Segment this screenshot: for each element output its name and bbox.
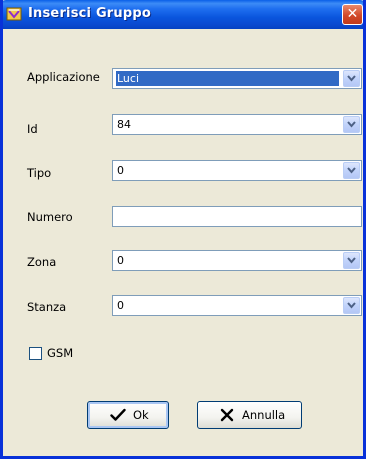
- zona-value: 0: [117, 254, 124, 267]
- zona-label: Zona: [27, 255, 57, 269]
- zona-dropdown[interactable]: 0: [112, 250, 362, 271]
- zona-dropdown-button[interactable]: [343, 252, 360, 269]
- chevron-down-icon: [347, 302, 356, 309]
- id-label: Id: [27, 122, 38, 136]
- stanza-value: 0: [117, 299, 124, 312]
- applicazione-dropdown[interactable]: Luci: [112, 68, 362, 89]
- tipo-value: 0: [117, 164, 124, 177]
- app-icon: [6, 6, 22, 22]
- numero-input[interactable]: [112, 206, 362, 227]
- tipo-dropdown-button[interactable]: [343, 162, 360, 179]
- applicazione-value: Luci: [116, 71, 339, 86]
- numero-label: Numero: [27, 210, 73, 224]
- applicazione-dropdown-button[interactable]: [343, 70, 360, 87]
- stanza-dropdown[interactable]: 0: [112, 295, 362, 316]
- tipo-dropdown[interactable]: 0: [112, 160, 362, 181]
- cancel-button-label: Annulla: [242, 408, 286, 422]
- check-icon: [110, 408, 126, 425]
- form-body: Applicazione Luci Id 84 Tipo 0 Numero Zo…: [3, 29, 363, 456]
- title-bar[interactable]: Inserisci Gruppo ✕: [3, 0, 363, 29]
- chevron-down-icon: [347, 257, 356, 264]
- stanza-label: Stanza: [27, 300, 67, 314]
- ok-button-label: Ok: [133, 408, 149, 422]
- close-button[interactable]: ✕: [342, 4, 363, 25]
- ok-button[interactable]: Ok: [87, 401, 169, 429]
- stanza-dropdown-button[interactable]: [343, 297, 360, 314]
- id-dropdown-button[interactable]: [343, 116, 360, 133]
- id-dropdown[interactable]: 84: [112, 114, 362, 135]
- dialog-window: Inserisci Gruppo ✕ Applicazione Luci Id …: [0, 0, 366, 459]
- close-icon: ✕: [346, 6, 359, 22]
- applicazione-label: Applicazione: [27, 70, 100, 84]
- gsm-checkbox[interactable]: [29, 347, 42, 360]
- chevron-down-icon: [347, 121, 356, 128]
- id-value: 84: [117, 118, 131, 131]
- gsm-label[interactable]: GSM: [47, 346, 73, 360]
- tipo-label: Tipo: [27, 166, 52, 180]
- dialog-title: Inserisci Gruppo: [28, 6, 152, 21]
- cancel-button[interactable]: Annulla: [197, 401, 302, 429]
- chevron-down-icon: [347, 75, 356, 82]
- chevron-down-icon: [347, 167, 356, 174]
- x-icon: [220, 408, 234, 425]
